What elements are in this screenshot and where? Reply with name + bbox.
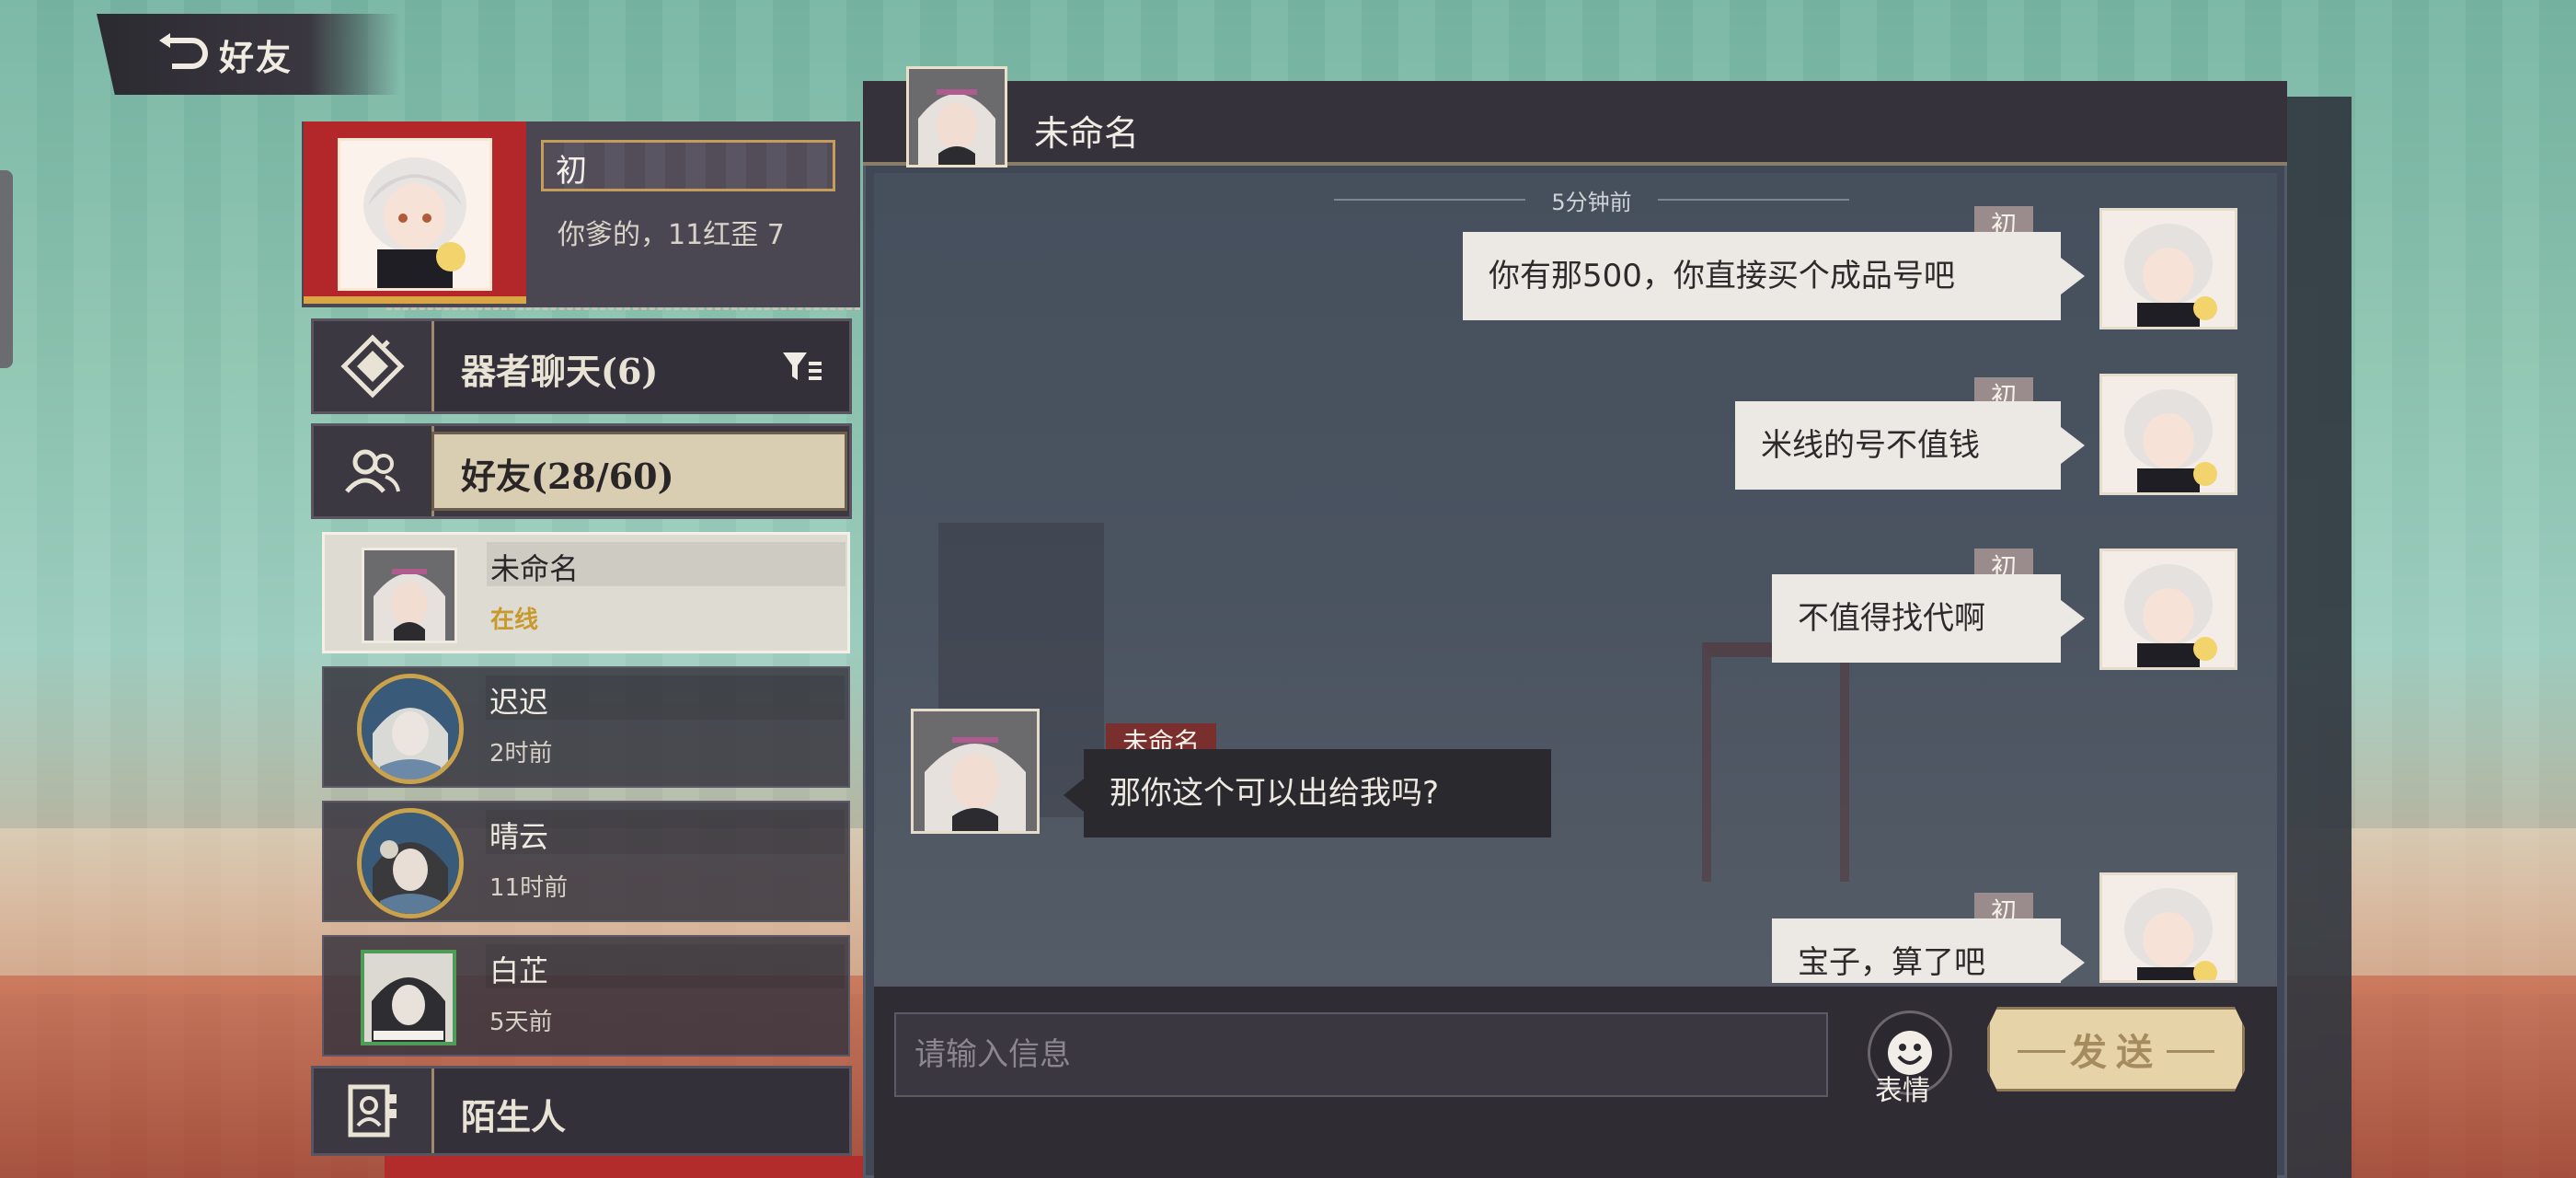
avatar (357, 808, 464, 918)
separator-line (1334, 199, 1526, 201)
avatar (362, 548, 457, 643)
message-bubble[interactable]: 不值得找代啊 (1772, 574, 2061, 663)
category-label: 好友(28/60) (461, 456, 674, 497)
avatar[interactable] (2099, 208, 2237, 329)
emoji-label: 表情 (1875, 1075, 1930, 1107)
friend-item-qingyun[interactable]: 晴云 11时前 (322, 801, 850, 922)
category-strangers[interactable]: 陌生人 (311, 1066, 852, 1156)
stranger-icon (314, 1068, 434, 1153)
category-weapon-chat[interactable]: 器者聊天(6) (311, 318, 852, 414)
friend-name: 白芷 (489, 953, 549, 988)
timestamp: 5分钟前 (1551, 189, 1632, 215)
chat-partner-avatar[interactable] (906, 66, 1007, 167)
bubble-tail (2061, 258, 2085, 294)
avatar[interactable] (2099, 872, 2237, 983)
diamond-chat-icon (314, 321, 434, 411)
return-arrow-icon[interactable] (155, 32, 210, 75)
avatar (357, 674, 464, 784)
send-button[interactable]: 发送 (1987, 1007, 2245, 1091)
chat-title: 未命名 (1034, 113, 1140, 154)
category-label: 陌生人 (461, 1096, 567, 1138)
category-label: 器者聊天(6) (461, 351, 659, 392)
bubble-tail (2061, 944, 2085, 981)
message-bubble[interactable]: 宝子，算了吧 (1772, 918, 2061, 983)
friend-status: 11时前 (489, 874, 569, 902)
side-handle[interactable] (0, 170, 13, 368)
friends-icon (314, 426, 434, 516)
background-gate (1702, 642, 1849, 882)
panel-shadow (2287, 97, 2352, 1178)
profile-avatar-frame[interactable] (304, 121, 526, 304)
bubble-tail (2061, 600, 2085, 637)
decorative-strip (385, 1156, 863, 1178)
profile-name: 初 (556, 153, 587, 190)
filter-icon[interactable] (781, 349, 823, 386)
friend-item-unnamed[interactable]: 未命名 在线 (322, 532, 850, 653)
decorative-dash (2167, 1050, 2214, 1053)
divider (386, 307, 860, 310)
friend-name: 晴云 (489, 819, 549, 854)
avatar (338, 138, 492, 291)
message-input[interactable] (894, 1012, 1828, 1097)
message-bubble[interactable]: 那你这个可以出给我吗? (1084, 749, 1551, 837)
message-bubble[interactable]: 你有那500，你直接买个成品号吧 (1463, 232, 2061, 320)
category-friends[interactable]: 好友(28/60) (311, 423, 852, 519)
message-bubble[interactable]: 米线的号不值钱 (1735, 401, 2061, 490)
time-separator: 5分钟前 (1334, 184, 1849, 215)
avatar (361, 950, 456, 1045)
friend-status: 在线 (490, 606, 539, 634)
send-label: 发送 (2070, 1031, 2162, 1074)
page-title: 好友 (219, 37, 293, 78)
avatar[interactable] (2099, 549, 2237, 670)
avatar[interactable] (911, 709, 1040, 834)
profile-signature: 你爹的，11红歪 7 (558, 219, 785, 251)
friend-name: 未命名 (490, 551, 580, 586)
friend-item-chichi[interactable]: 迟迟 2时前 (322, 666, 850, 788)
decorative-dash (2018, 1050, 2065, 1053)
friend-status: 5天前 (489, 1009, 553, 1036)
friend-status: 2时前 (489, 740, 553, 768)
separator-line (1657, 199, 1849, 201)
avatar[interactable] (2099, 374, 2237, 495)
friend-name: 迟迟 (489, 685, 549, 720)
bubble-tail (2061, 427, 2085, 464)
friend-item-baizhi[interactable]: 白芷 5天前 (322, 935, 850, 1057)
bubble-tail (1064, 779, 1084, 812)
